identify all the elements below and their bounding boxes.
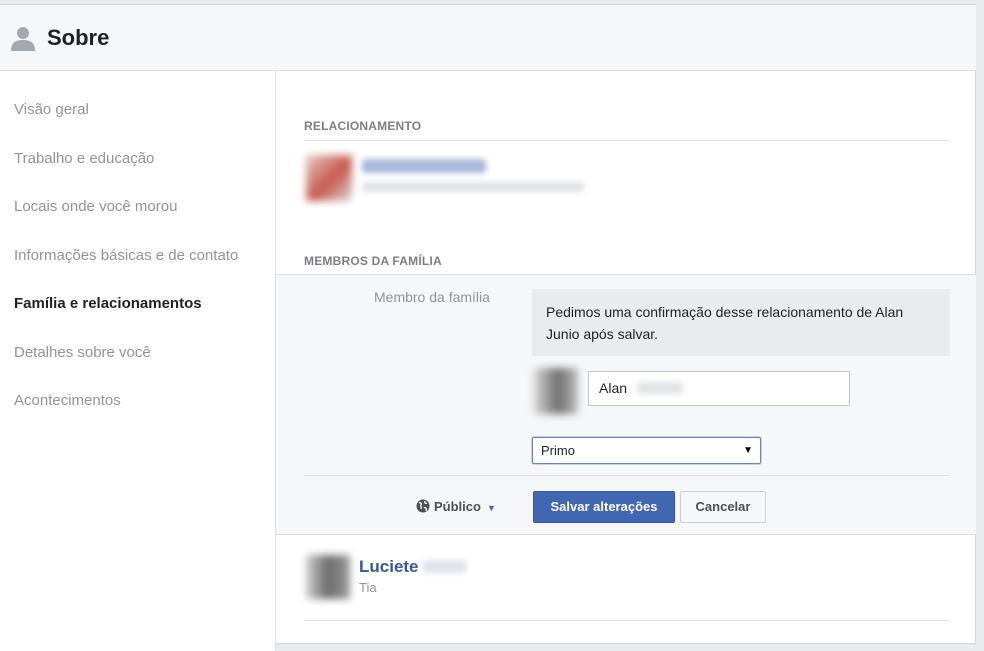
sidebar-item-life-events[interactable]: Acontecimentos	[14, 392, 121, 409]
selected-member-photo	[534, 368, 578, 414]
relationship-section-title: RELACIONAMENTO	[304, 119, 422, 133]
surname-redacted	[636, 382, 683, 394]
member-photo[interactable]	[306, 555, 350, 599]
main-content: RELACIONAMENTO MEMBROS DA FAMÍLIA Membro…	[276, 71, 976, 651]
cancel-button[interactable]: Cancelar	[680, 491, 766, 523]
member-name[interactable]: Luciete	[359, 557, 467, 577]
dropdown-arrow-icon: ▼	[743, 445, 753, 456]
partner-name-redacted[interactable]	[362, 159, 486, 173]
save-changes-button[interactable]: Salvar alterações	[533, 491, 675, 523]
sidebar-item-family-relationships[interactable]: Família e relacionamentos	[14, 295, 202, 312]
relationship-select-value: Primo	[541, 443, 575, 458]
family-section-title: MEMBROS DA FAMÍLIA	[304, 254, 442, 268]
privacy-selector[interactable]: Público ▼	[416, 499, 496, 514]
relationship-select[interactable]: Primo ▼	[532, 437, 761, 464]
caret-down-icon: ▼	[486, 503, 496, 513]
list-divider	[304, 620, 950, 621]
partner-photo[interactable]	[306, 155, 352, 201]
member-surname-redacted	[422, 560, 467, 573]
sidebar-item-overview[interactable]: Visão geral	[14, 101, 89, 118]
family-member-label: Membro da família	[374, 289, 490, 305]
confirmation-notice: Pedimos uma confirmação desse relacionam…	[532, 289, 950, 356]
person-silhouette-icon	[11, 27, 35, 51]
sidebar-item-work-education[interactable]: Trabalho e educação	[14, 150, 154, 167]
about-header: Sobre	[0, 5, 976, 71]
partner-details-redacted	[362, 182, 584, 192]
about-card: Sobre Visão geral Trabalho e educação Lo…	[0, 4, 976, 651]
family-member-name-input[interactable]: Alan	[588, 371, 850, 406]
family-member-editor: Membro da família Pedimos uma confirmaçã…	[276, 274, 976, 535]
globe-icon	[416, 499, 430, 513]
sidebar-item-details-about-you[interactable]: Detalhes sobre você	[14, 344, 151, 361]
section-divider	[304, 140, 950, 141]
form-divider	[304, 475, 950, 476]
page-title: Sobre	[47, 25, 110, 50]
sidebar-item-contact-info[interactable]: Informações básicas e de contato	[14, 247, 238, 264]
privacy-label: Público	[434, 499, 481, 514]
about-sidebar: Visão geral Trabalho e educação Locais o…	[0, 71, 275, 651]
name-input-value: Alan	[599, 380, 628, 396]
sidebar-item-places-lived[interactable]: Locais onde você morou	[14, 198, 177, 215]
member-relationship: Tia	[359, 580, 377, 595]
